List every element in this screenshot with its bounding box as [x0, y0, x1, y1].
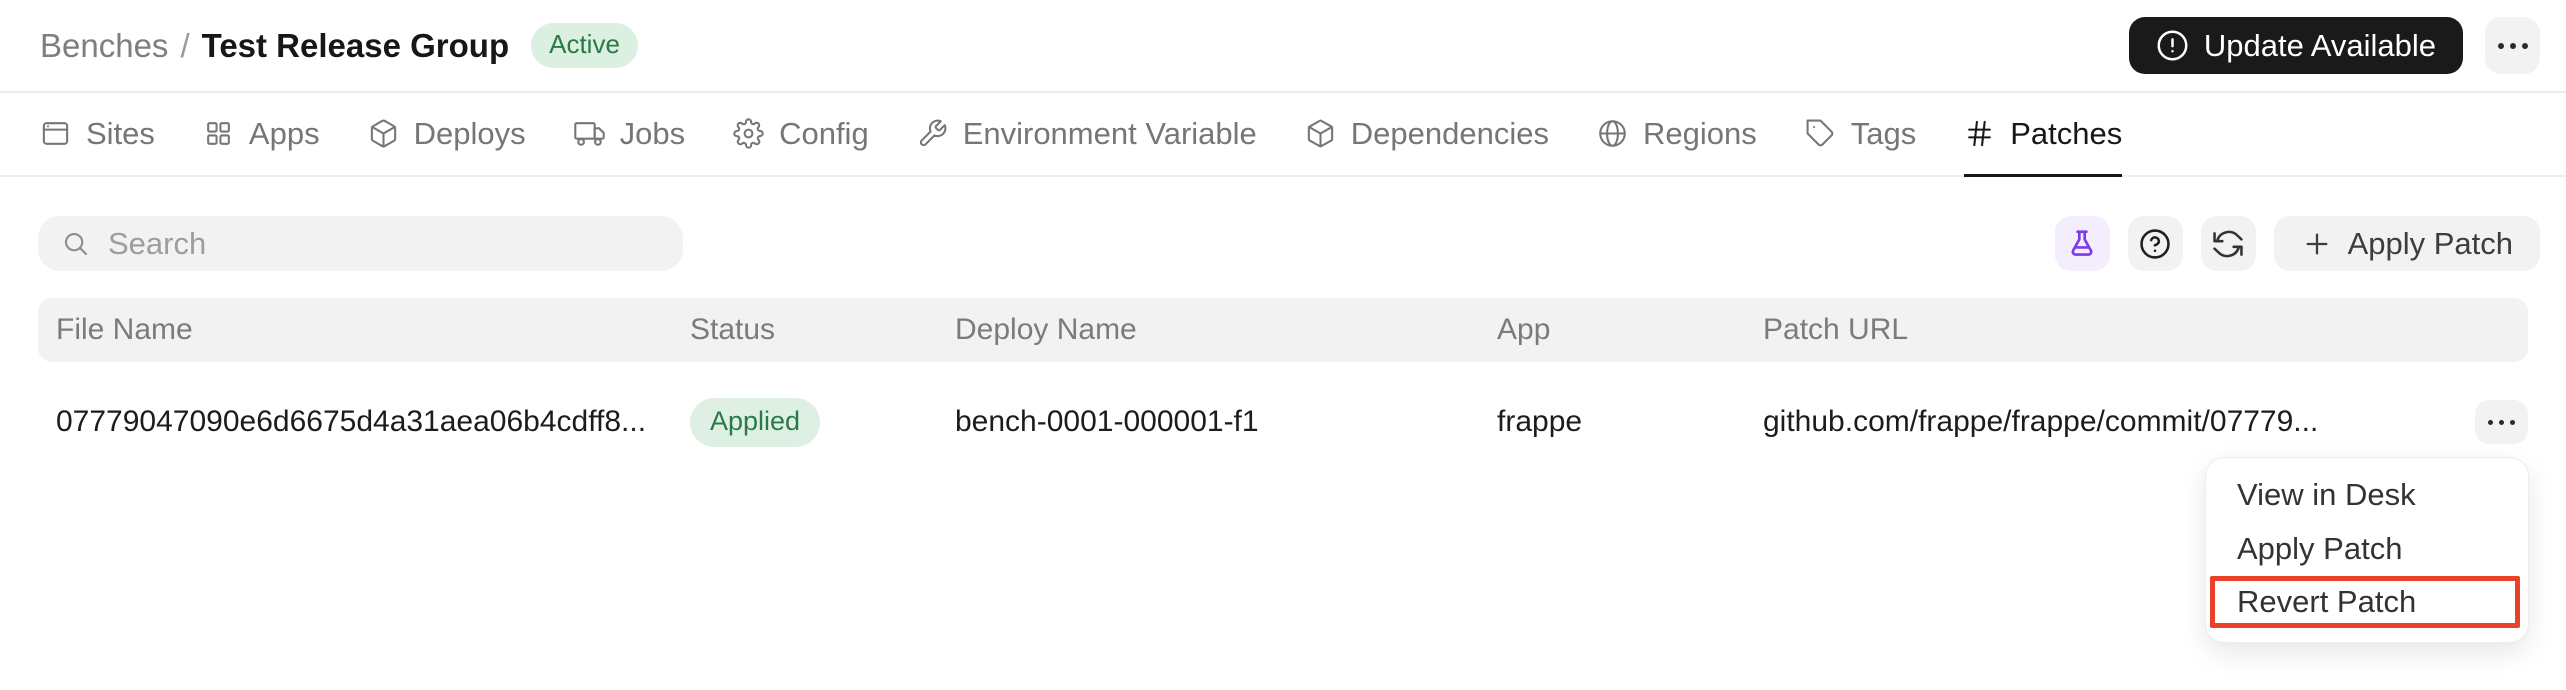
- column-status: Status: [690, 313, 776, 346]
- menu-item-revert-patch[interactable]: Revert Patch: [2210, 576, 2520, 628]
- tab-tags[interactable]: Tags: [1805, 93, 1916, 177]
- header-more-button[interactable]: [2485, 17, 2540, 74]
- help-button[interactable]: [2127, 216, 2183, 271]
- tab-environment-variable[interactable]: Environment Variable: [917, 93, 1257, 177]
- hash-icon: [1964, 118, 1995, 149]
- apply-patch-button[interactable]: Apply Patch: [2273, 216, 2540, 271]
- tab-regions[interactable]: Regions: [1597, 93, 1757, 177]
- tab-bar: Sites Apps Deploys Jobs Config Environme…: [0, 93, 2566, 177]
- breadcrumb-parent[interactable]: Benches: [40, 27, 168, 65]
- column-file-name: File Name: [56, 313, 193, 346]
- breadcrumb: Benches / Test Release Group: [40, 27, 509, 65]
- globe-icon: [1597, 118, 1628, 149]
- update-available-button[interactable]: Update Available: [2128, 17, 2463, 74]
- status-badge: Active: [531, 23, 638, 68]
- wrench-icon: [917, 118, 948, 149]
- cell-patch-url: github.com/frappe/frappe/commit/07779...: [1763, 405, 2319, 438]
- column-app: App: [1497, 313, 1551, 346]
- gear-icon: [733, 118, 764, 149]
- column-patch-url: Patch URL: [1763, 313, 1909, 346]
- cell-app: frappe: [1497, 405, 1583, 438]
- page-title: Test Release Group: [201, 26, 510, 64]
- search-input[interactable]: [108, 225, 660, 262]
- window-icon: [40, 118, 71, 149]
- patches-table: File Name Status Deploy Name App Patch U…: [38, 298, 2528, 482]
- tab-label: Sites: [86, 115, 155, 151]
- refresh-button[interactable]: [2200, 216, 2256, 271]
- cell-file-name: 07779047090e6d6675d4a31aea06b4cdff8...: [56, 405, 647, 438]
- tab-label: Jobs: [619, 115, 686, 151]
- update-available-label: Update Available: [2203, 27, 2436, 63]
- search-box[interactable]: [38, 216, 683, 271]
- tab-label: Tags: [1850, 115, 1917, 151]
- plus-icon: [2301, 228, 2333, 260]
- tag-icon: [1805, 118, 1836, 149]
- ellipsis-icon: [2497, 42, 2528, 49]
- tab-jobs[interactable]: Jobs: [573, 93, 686, 177]
- applied-status-badge: Applied: [690, 397, 821, 447]
- tab-config[interactable]: Config: [733, 93, 869, 177]
- search-icon: [61, 229, 91, 259]
- menu-item-view-in-desk[interactable]: View in Desk: [2206, 468, 2528, 522]
- experimental-flask-button[interactable]: [2054, 216, 2110, 271]
- tab-sites[interactable]: Sites: [40, 93, 155, 177]
- ellipsis-icon: [2488, 419, 2515, 425]
- grid-icon: [203, 118, 234, 149]
- breadcrumb-separator: /: [180, 26, 190, 64]
- row-context-menu: View in Desk Apply Patch Revert Patch: [2206, 458, 2528, 642]
- package-icon: [368, 118, 399, 149]
- cell-deploy-name: bench-0001-000001-f1: [955, 405, 1259, 438]
- table-header: File Name Status Deploy Name App Patch U…: [38, 298, 2528, 362]
- tab-label: Deploys: [413, 115, 526, 151]
- menu-item-apply-patch[interactable]: Apply Patch: [2206, 522, 2528, 576]
- box-icon: [1305, 118, 1336, 149]
- tab-deploys[interactable]: Deploys: [368, 93, 526, 177]
- help-circle-icon: [2138, 227, 2172, 261]
- tab-apps[interactable]: Apps: [203, 93, 320, 177]
- apply-patch-label: Apply Patch: [2347, 225, 2513, 261]
- tab-dependencies[interactable]: Dependencies: [1305, 93, 1549, 177]
- page-header: Benches / Test Release Group Active Upda…: [0, 0, 2566, 93]
- column-deploy-name: Deploy Name: [955, 313, 1137, 346]
- table-row[interactable]: 07779047090e6d6675d4a31aea06b4cdff8... A…: [38, 362, 2528, 482]
- toolbar: Apply Patch: [38, 216, 2540, 271]
- tab-patches[interactable]: Patches: [1964, 93, 2123, 177]
- tab-label: Environment Variable: [962, 115, 1257, 151]
- tab-label: Dependencies: [1350, 115, 1549, 151]
- tab-label: Patches: [2010, 115, 2123, 151]
- tab-label: Config: [779, 115, 869, 151]
- truck-icon: [573, 118, 605, 149]
- alert-circle-icon: [2156, 29, 2189, 62]
- row-more-button[interactable]: [2475, 400, 2528, 444]
- tab-label: Regions: [1642, 115, 1757, 151]
- flask-icon: [2066, 228, 2098, 260]
- refresh-icon: [2211, 227, 2245, 261]
- tab-label: Apps: [248, 115, 320, 151]
